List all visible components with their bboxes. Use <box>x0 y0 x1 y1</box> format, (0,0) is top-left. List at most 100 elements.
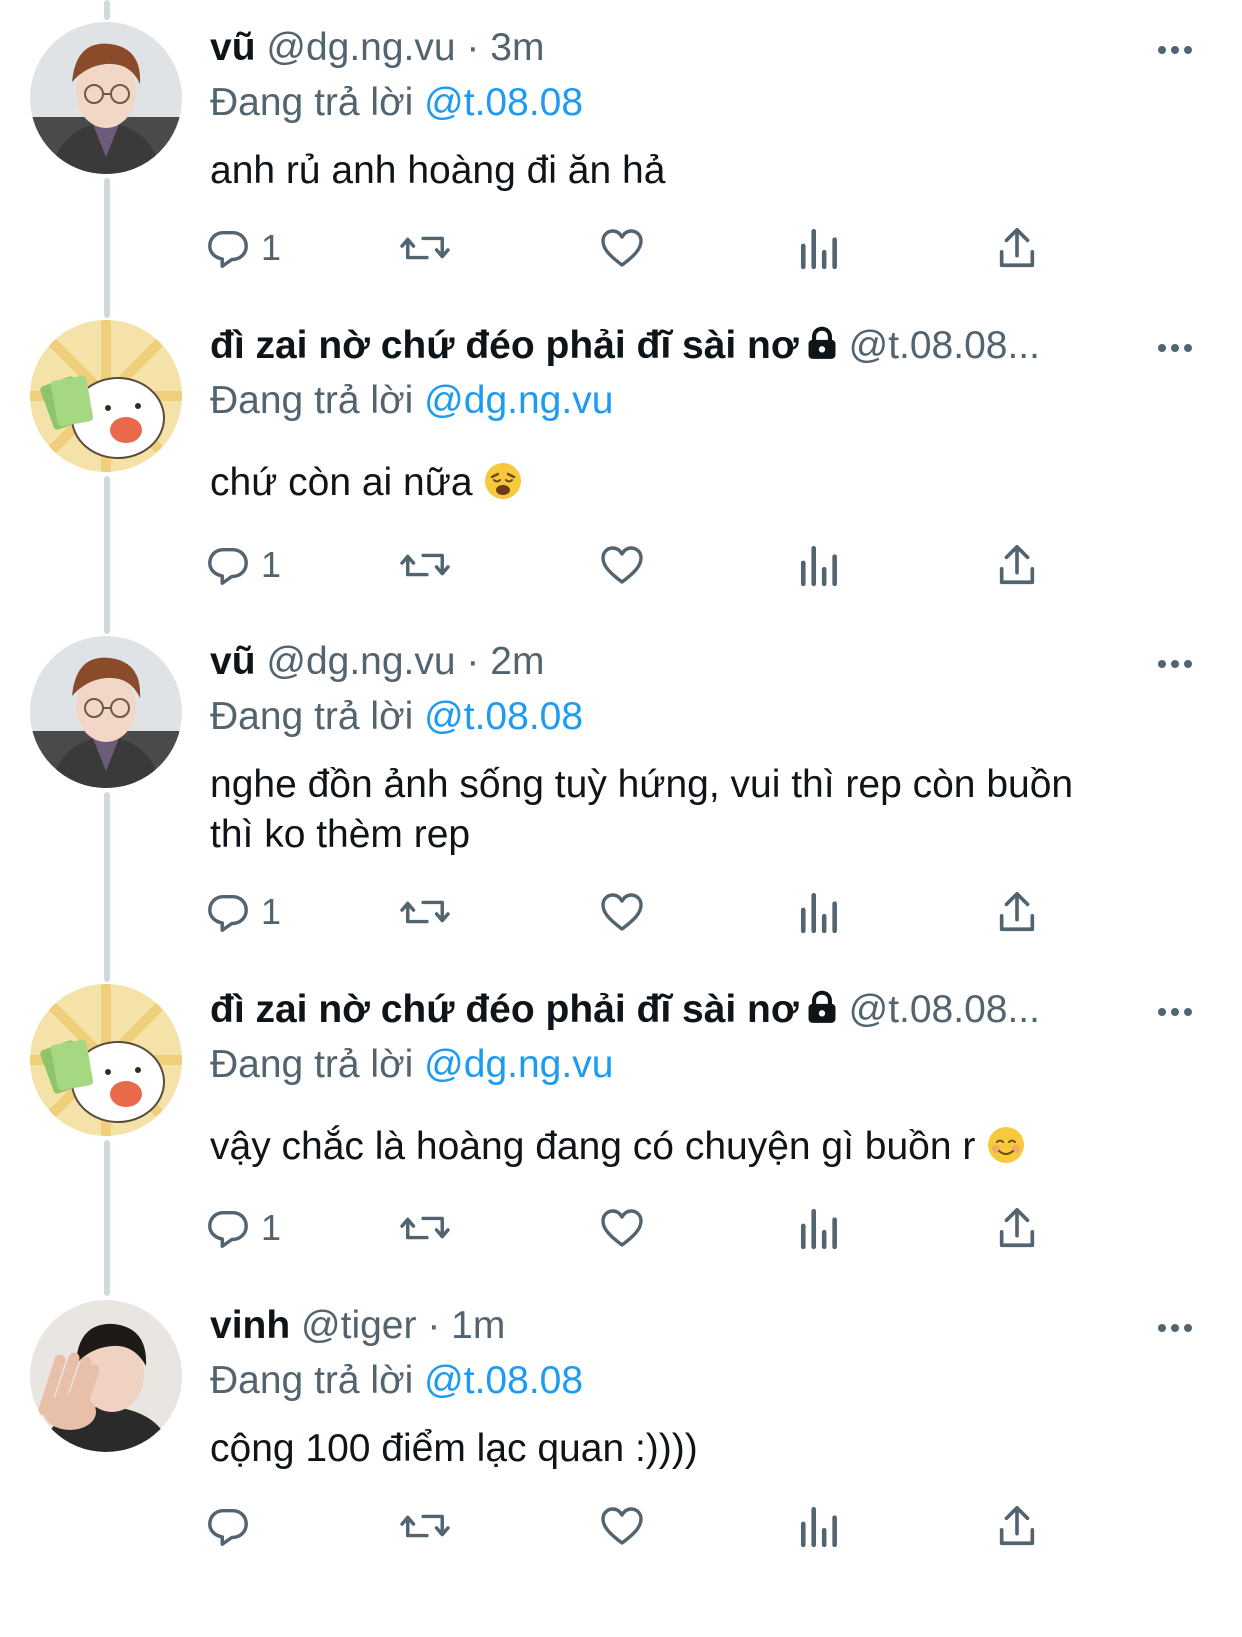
reply-count: 1 <box>261 227 282 268</box>
reply-button[interactable]: 1 <box>205 1200 281 1256</box>
tweet-header: đì zai nờ chứ đéo phải đĩ sài nơ @t.08.08… <box>210 320 1195 376</box>
replying-to: Đang trả lời @dg.ng.vu <box>210 1040 1195 1090</box>
share-button[interactable] <box>995 537 1039 593</box>
like-button[interactable] <box>598 220 646 276</box>
heart-icon <box>601 893 643 931</box>
reply-prefix: Đang trả lời <box>210 1359 414 1402</box>
reply-to-link[interactable]: @t.08.08 <box>424 695 583 738</box>
display-name[interactable]: đì zai nờ chứ đéo phải đĩ sài nơ <box>210 324 799 367</box>
display-name[interactable]: vũ <box>210 26 256 69</box>
like-button[interactable] <box>598 1498 646 1554</box>
action-bar: 1 <box>205 884 1055 940</box>
views-button[interactable] <box>799 1200 841 1256</box>
user-handle[interactable]: @tiger <box>301 1304 416 1347</box>
reply-to-link[interactable]: @dg.ng.vu <box>424 1043 613 1086</box>
reply-count: 1 <box>261 544 282 585</box>
retweet-button[interactable] <box>397 1498 453 1554</box>
share-button[interactable] <box>995 220 1039 276</box>
action-bar: 1 <box>205 537 1055 593</box>
display-name[interactable]: vinh <box>210 1304 290 1347</box>
reply-prefix: Đang trả lời <box>210 81 414 124</box>
reply-button[interactable]: 1 <box>205 220 281 276</box>
reply-icon <box>208 1508 248 1546</box>
retweet-button[interactable] <box>397 537 453 593</box>
user-handle[interactable]: @dg.ng.vu <box>266 26 455 69</box>
share-icon <box>999 1207 1035 1248</box>
reply-to-link[interactable]: @t.08.08 <box>424 81 583 124</box>
separator: · <box>466 640 480 683</box>
avatar[interactable] <box>30 1300 182 1452</box>
reply-button[interactable]: 1 <box>205 537 281 593</box>
weary-face-emoji <box>485 463 522 499</box>
reply-to-link[interactable]: @t.08.08 <box>424 1359 583 1402</box>
user-handle[interactable]: @dg.ng.vu <box>266 640 455 683</box>
display-name[interactable]: vũ <box>210 640 256 683</box>
reply-count: 1 <box>261 891 282 932</box>
replying-to: Đang trả lời @t.08.08 <box>210 692 1195 742</box>
tweet-text-line: nghe đồn ảnh sống tuỳ hứng, vui thì rep … <box>210 763 1074 806</box>
avatar[interactable] <box>30 320 182 472</box>
views-button[interactable] <box>799 1498 841 1554</box>
smiling-face-emoji <box>988 1127 1025 1163</box>
share-button[interactable] <box>995 1200 1039 1256</box>
retweet-icon <box>400 553 450 577</box>
retweet-button[interactable] <box>397 884 453 940</box>
retweet-icon <box>400 900 450 924</box>
tweet-header: vinh @tiger · 1m <box>210 1300 1195 1356</box>
share-icon <box>999 227 1035 268</box>
more-icon[interactable] <box>1155 1308 1195 1348</box>
reply-prefix: Đang trả lời <box>210 1043 414 1086</box>
reply-to-link[interactable]: @dg.ng.vu <box>424 379 613 422</box>
replying-to: Đang trả lời @t.08.08 <box>210 1356 1195 1406</box>
retweet-icon <box>400 236 450 260</box>
like-button[interactable] <box>598 884 646 940</box>
reply-icon <box>208 894 248 932</box>
views-button[interactable] <box>799 220 841 276</box>
reply-thread: vũ @dg.ng.vu · 3m Đang trả lời @t.08.08 … <box>0 0 1242 1637</box>
reply-prefix: Đang trả lời <box>210 695 414 738</box>
retweet-button[interactable] <box>397 220 453 276</box>
lock-icon <box>808 990 836 1023</box>
views-button[interactable] <box>799 537 841 593</box>
share-button[interactable] <box>995 1498 1039 1554</box>
tweet-text-container: chứ còn ai nữa <box>210 458 1195 508</box>
timestamp[interactable]: 1m <box>451 1304 505 1347</box>
more-icon[interactable] <box>1155 30 1195 70</box>
tweet-text: cộng 100 điểm lạc quan :)))) <box>210 1427 698 1470</box>
heart-icon <box>601 229 643 267</box>
tweet-header: vũ @dg.ng.vu · 3m <box>210 22 1195 78</box>
timestamp[interactable]: 3m <box>490 26 544 69</box>
user-handle[interactable]: @t.08.08... <box>849 324 1040 367</box>
heart-icon <box>601 1209 643 1247</box>
replying-to: Đang trả lời @t.08.08 <box>210 78 1195 128</box>
thread-line <box>104 178 110 318</box>
timestamp[interactable]: 2m <box>490 640 544 683</box>
avatar[interactable] <box>30 22 182 174</box>
more-icon[interactable] <box>1155 992 1195 1032</box>
tweet-text: vậy chắc là hoàng đang có chuyện gì buồn… <box>210 1125 976 1168</box>
tweet-text-container: nghe đồn ảnh sống tuỳ hứng, vui thì rep … <box>210 760 1195 860</box>
tweet-text-container: vậy chắc là hoàng đang có chuyện gì buồn… <box>210 1122 1195 1172</box>
views-button[interactable] <box>799 884 841 940</box>
tweet-header: đì zai nờ chứ đéo phải đĩ sài nơ @t.08.08… <box>210 984 1195 1040</box>
share-button[interactable] <box>995 884 1039 940</box>
avatar[interactable] <box>30 984 182 1136</box>
retweet-button[interactable] <box>397 1200 453 1256</box>
more-icon[interactable] <box>1155 328 1195 368</box>
user-handle[interactable]: @t.08.08... <box>849 988 1040 1031</box>
display-name[interactable]: đì zai nờ chứ đéo phải đĩ sài nơ <box>210 988 799 1031</box>
reply-button[interactable] <box>205 1498 261 1554</box>
like-button[interactable] <box>598 1200 646 1256</box>
thread-line <box>104 0 110 20</box>
views-icon <box>800 1506 837 1548</box>
reply-count: 1 <box>261 1207 282 1248</box>
like-button[interactable] <box>598 537 646 593</box>
avatar[interactable] <box>30 636 182 788</box>
thread-line <box>104 792 110 982</box>
heart-icon <box>601 546 643 584</box>
replying-to: Đang trả lời @dg.ng.vu <box>210 376 1195 426</box>
tweet-text: chứ còn ai nữa <box>210 461 473 504</box>
share-icon <box>999 544 1035 585</box>
more-icon[interactable] <box>1155 644 1195 684</box>
reply-button[interactable]: 1 <box>205 884 281 940</box>
